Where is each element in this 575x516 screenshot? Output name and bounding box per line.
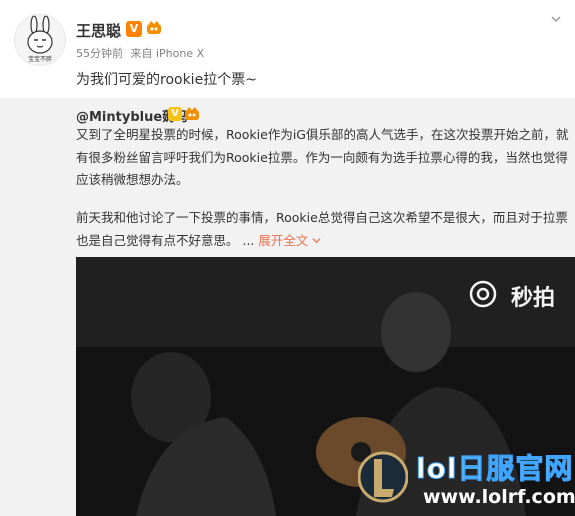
post-text: 为我们可爱的rookie拉个票~ [76,72,257,88]
site-name-watermark: lol日服官网 [415,452,574,486]
repost-paragraph-1: 又到了全明星投票的时候，Rookie作为iG俱乐部的高人气选手，在这次投票开始之… [76,127,569,187]
lol-logo-icon [358,451,408,503]
avatar[interactable]: 宝宝不胖 [14,14,66,66]
repost-paragraph-2-text: 前天我和他讨论了一下投票的事情，Rookie总觉得自己这次希望不是很大，而且对于… [76,210,568,248]
miaopai-watermark: 秒拍 [510,286,555,311]
chevron-down-icon [312,237,321,243]
chevron-down-icon[interactable] [551,14,561,24]
avatar-caption: 宝宝不胖 [27,56,52,63]
video-player[interactable]: 秒拍 lol日服官网 www.lolrf.com [76,257,575,516]
repost-paragraph-2: 前天我和他讨论了一下投票的事情，Rookie总觉得自己这次希望不是很大，而且对于… [76,207,574,252]
verified-yellow-icon: V [168,107,182,121]
member-crown-icon [147,21,161,34]
member-crown-icon [185,107,199,120]
author-name[interactable]: 王思聪 [76,20,121,41]
expand-full-text-link[interactable]: 展开全文 [258,233,321,248]
site-url-watermark: www.lolrf.com [423,486,575,508]
post-meta: 55分钟前 来自 iPhone X [76,45,208,61]
weibo-post: 宝宝不胖 王思聪 V 55分钟前 来自 iPhone X 为我们可爱的rooki… [0,0,575,98]
post-time[interactable]: 55分钟前 [76,47,123,60]
post-source: 来自 iPhone X [130,47,205,60]
miaopai-logo-icon [469,280,497,308]
verified-icon: V [126,21,142,37]
expand-label: 展开全文 [258,232,309,248]
